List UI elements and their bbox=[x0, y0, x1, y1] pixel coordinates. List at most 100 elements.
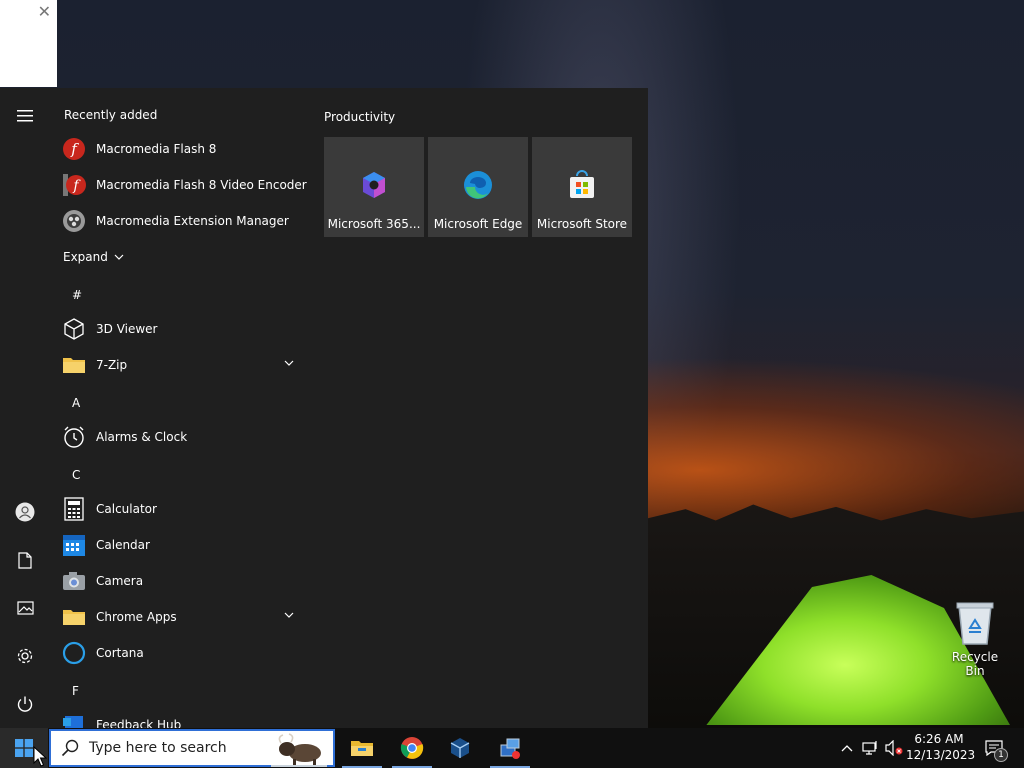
power-button[interactable] bbox=[0, 684, 50, 724]
feedback-icon bbox=[62, 713, 86, 728]
network-icon bbox=[862, 741, 877, 755]
chevron-down-icon bbox=[114, 254, 124, 260]
show-hidden-icons-button[interactable] bbox=[837, 738, 857, 758]
documents-button[interactable] bbox=[0, 540, 50, 580]
close-icon[interactable]: ✕ bbox=[38, 3, 51, 21]
folder-icon bbox=[62, 605, 86, 629]
app-label: Cortana bbox=[96, 646, 144, 660]
taskbar-network-app[interactable] bbox=[486, 728, 534, 768]
app-label: Feedback Hub bbox=[96, 718, 182, 728]
app-label: 7-Zip bbox=[96, 358, 128, 372]
hamburger-menu-icon bbox=[17, 110, 33, 122]
recycle-bin-desktop-icon[interactable]: Recycle Bin bbox=[944, 600, 1006, 678]
app-item-alarms-clock[interactable]: Alarms & Clock bbox=[62, 419, 306, 455]
mouse-cursor-icon bbox=[33, 746, 47, 767]
flash-video-encoder-icon: f bbox=[62, 173, 86, 197]
taskbar-virtualbox[interactable] bbox=[436, 728, 484, 768]
taskbar-clock[interactable]: 6:26 AM 12/13/2023 bbox=[906, 731, 976, 763]
app-item-3d-viewer[interactable]: 3D Viewer bbox=[62, 311, 306, 347]
search-box[interactable]: Type here to search bbox=[49, 729, 335, 767]
app-item-camera[interactable]: Camera bbox=[62, 563, 306, 599]
clock-time: 6:26 AM bbox=[914, 732, 964, 746]
extension-manager-icon bbox=[62, 209, 86, 233]
app-label: 3D Viewer bbox=[96, 322, 158, 336]
network-app-icon bbox=[500, 738, 520, 759]
group-letter-a[interactable]: A bbox=[72, 396, 80, 410]
app-item-calendar[interactable]: Calendar bbox=[62, 527, 306, 563]
pictures-icon bbox=[16, 601, 34, 615]
expand-label: Expand bbox=[63, 250, 108, 264]
app-item-7-zip[interactable]: 7-Zip bbox=[62, 347, 306, 383]
app-label: Camera bbox=[96, 574, 144, 588]
chevron-down-icon[interactable] bbox=[284, 611, 294, 619]
clock-date: 12/13/2023 bbox=[906, 748, 976, 762]
gear-icon bbox=[17, 648, 33, 664]
edge-icon bbox=[464, 171, 492, 199]
calculator-icon bbox=[62, 497, 86, 521]
chevron-down-icon[interactable] bbox=[284, 359, 294, 367]
document-icon bbox=[18, 551, 32, 569]
expand-button[interactable]: Expand bbox=[63, 250, 124, 264]
app-label: Macromedia Flash 8 bbox=[96, 142, 217, 156]
notification-count-badge: 1 bbox=[994, 748, 1008, 762]
recently-added-title: Recently added bbox=[64, 108, 158, 122]
volume-tray-button[interactable] bbox=[884, 738, 904, 758]
user-icon bbox=[15, 502, 35, 522]
3d-cube-icon bbox=[62, 317, 86, 341]
start-rail bbox=[0, 88, 50, 728]
yak-illustration-icon bbox=[271, 733, 327, 767]
chrome-icon bbox=[400, 737, 424, 759]
app-item-feedback-hub[interactable]: Feedback Hub bbox=[62, 707, 306, 728]
tile-label: Microsoft Edge bbox=[433, 217, 523, 231]
start-menu: Recently added f Macromedia Flash 8 f Ma… bbox=[0, 88, 648, 728]
tiles-group-title[interactable]: Productivity bbox=[324, 110, 395, 124]
group-letter-f[interactable]: F bbox=[72, 684, 79, 698]
pictures-button[interactable] bbox=[0, 588, 50, 628]
app-item-chrome-apps[interactable]: Chrome Apps bbox=[62, 599, 306, 635]
tile-microsoft-365[interactable]: Microsoft 365... bbox=[324, 137, 424, 237]
microsoft365-icon bbox=[363, 172, 385, 198]
tiles-area: Productivity Microsoft 365... Microsoft … bbox=[324, 88, 644, 728]
volume-muted-icon bbox=[885, 740, 903, 756]
app-label: Chrome Apps bbox=[96, 610, 177, 624]
taskbar-file-explorer[interactable] bbox=[338, 728, 386, 768]
app-item-cortana[interactable]: Cortana bbox=[62, 635, 306, 671]
file-explorer-icon bbox=[351, 741, 373, 756]
app-label: Calculator bbox=[96, 502, 157, 516]
store-icon bbox=[570, 170, 594, 198]
tile-microsoft-edge[interactable]: Microsoft Edge bbox=[428, 137, 528, 237]
chevron-up-icon bbox=[841, 745, 853, 752]
app-item-extension-manager[interactable]: Macromedia Extension Manager bbox=[62, 203, 306, 239]
search-icon bbox=[61, 739, 79, 757]
app-item-calculator[interactable]: Calculator bbox=[62, 491, 306, 527]
flash-icon: f bbox=[62, 137, 86, 161]
cortana-icon bbox=[62, 641, 86, 665]
small-window[interactable]: ✕ bbox=[0, 0, 57, 87]
virtualbox-icon bbox=[450, 738, 470, 758]
taskbar: Type here to search 6:26 AM 12/13/2023 1 bbox=[0, 728, 1024, 768]
clock-icon bbox=[62, 425, 86, 449]
app-list[interactable]: Recently added f Macromedia Flash 8 f Ma… bbox=[50, 88, 310, 728]
windows-logo-icon bbox=[15, 739, 33, 757]
user-account-button[interactable] bbox=[0, 492, 50, 532]
app-label: Macromedia Extension Manager bbox=[96, 214, 289, 228]
app-label: Calendar bbox=[96, 538, 150, 552]
recycle-bin-icon bbox=[956, 602, 994, 645]
app-item-flash-8[interactable]: f Macromedia Flash 8 bbox=[62, 131, 306, 167]
calendar-icon bbox=[62, 533, 86, 557]
group-letter-c[interactable]: C bbox=[72, 468, 80, 482]
notification-center-button[interactable]: 1 bbox=[982, 738, 1008, 762]
folder-icon bbox=[62, 353, 86, 377]
tile-microsoft-store[interactable]: Microsoft Store bbox=[532, 137, 632, 237]
taskbar-chrome[interactable] bbox=[388, 728, 436, 768]
recycle-bin-label: Recycle Bin bbox=[951, 650, 999, 678]
camera-icon bbox=[62, 569, 86, 593]
search-placeholder: Type here to search bbox=[89, 740, 227, 756]
network-tray-button[interactable] bbox=[861, 738, 881, 758]
group-letter-hash[interactable]: # bbox=[72, 288, 82, 302]
settings-button[interactable] bbox=[0, 636, 50, 676]
app-label: Alarms & Clock bbox=[96, 430, 188, 444]
app-item-flash-8-video-encoder[interactable]: f Macromedia Flash 8 Video Encoder bbox=[62, 167, 307, 203]
hamburger-menu-button[interactable] bbox=[0, 96, 50, 136]
tile-label: Microsoft 365... bbox=[327, 217, 421, 231]
